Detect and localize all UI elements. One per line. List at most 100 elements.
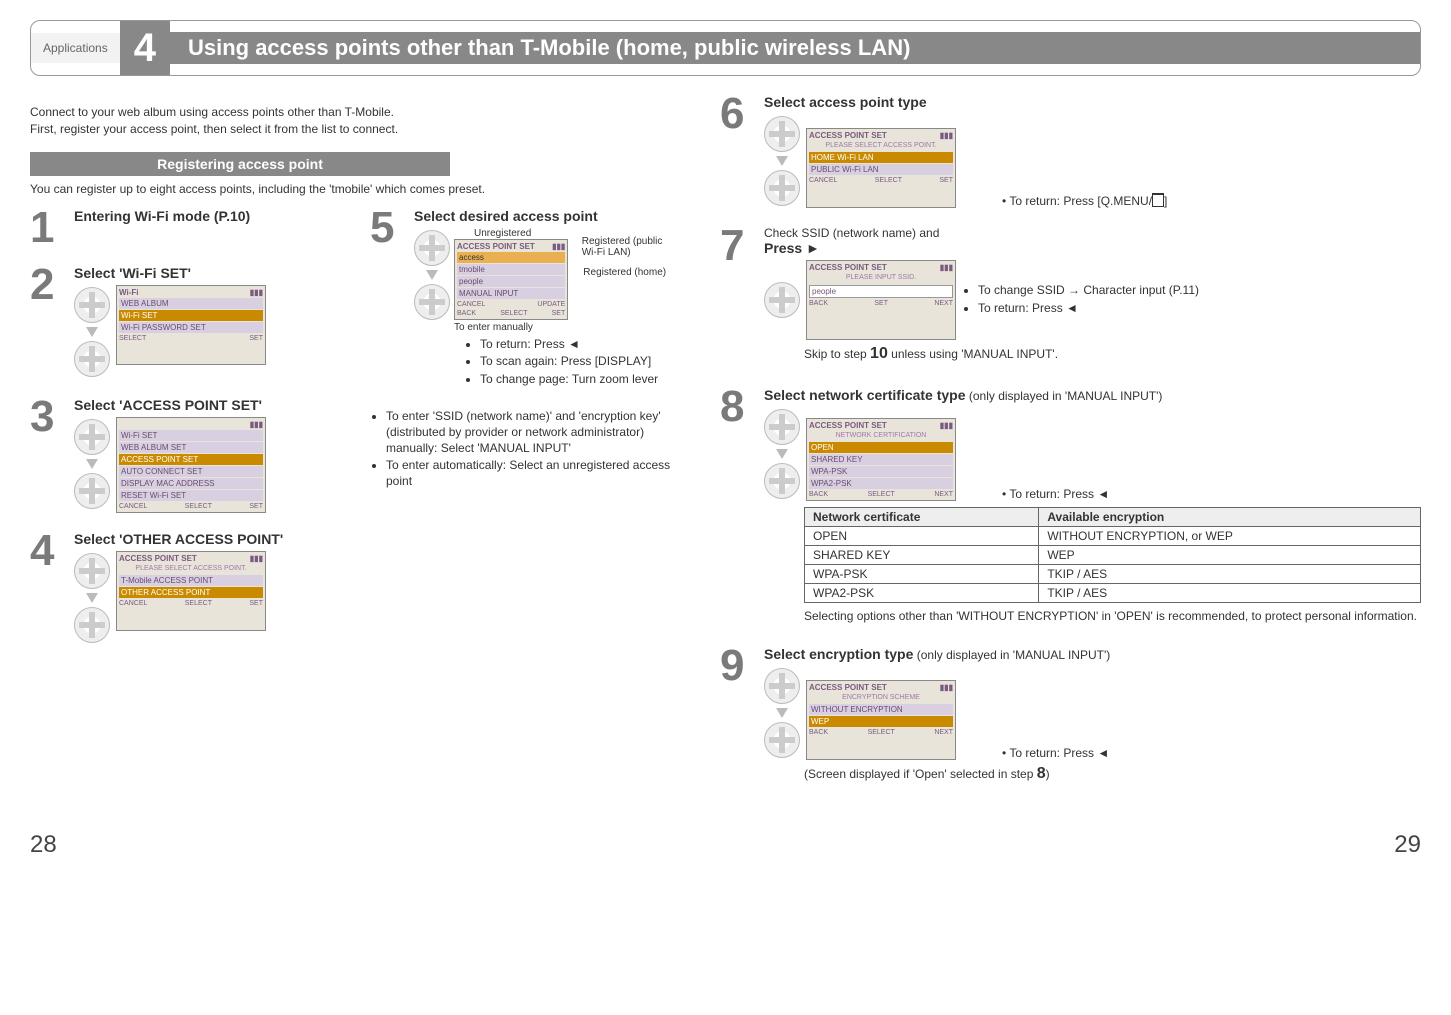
down-arrow-icon: [776, 708, 788, 718]
category-tab: Applications: [31, 33, 120, 63]
note: To enter 'SSID (network name)' and 'encr…: [386, 409, 680, 456]
down-arrow-icon: [776, 156, 788, 166]
page-title: Using access points other than T-Mobile …: [170, 32, 1420, 64]
dpad-group: [74, 285, 110, 379]
dpad-group: [764, 280, 800, 320]
step-number: 2: [30, 265, 64, 379]
lcd-screen: ▮▮▮ Wi-Fi SET WEB ALBUM SET ACCESS POINT…: [116, 417, 266, 513]
step-number: 3: [30, 397, 64, 513]
step-9: 9 Select encryption type (only displayed…: [720, 646, 1421, 789]
screen-row: people: [457, 276, 565, 287]
footer-update: UPDATE: [537, 301, 565, 308]
screen-input: people: [809, 285, 953, 298]
battery-icon: ▮▮▮: [250, 288, 263, 297]
battery-icon: ▮▮▮: [940, 263, 953, 272]
intro-text: Connect to your web album using access p…: [30, 104, 690, 138]
footer-cancel: CANCEL: [119, 600, 147, 607]
footer-next: NEXT: [934, 300, 953, 307]
skip-text-a: Skip to step: [804, 347, 870, 361]
table-row: SHARED KEYWEP: [805, 545, 1421, 564]
lcd-screen: Wi-Fi▮▮▮ WEB ALBUM Wi-Fi SET Wi-Fi PASSW…: [116, 285, 266, 365]
screen-row-selected: Wi-Fi SET: [119, 310, 263, 321]
footer-set: SET: [939, 177, 953, 184]
encryption-table: Network certificate Available encryption…: [804, 507, 1421, 603]
step-title: Select encryption type (only displayed i…: [764, 646, 1421, 662]
step-number: 7: [720, 226, 754, 369]
screen-title: Wi-Fi: [119, 288, 138, 297]
note: To enter automatically: Select an unregi…: [386, 458, 680, 489]
step-number: 4: [30, 531, 64, 645]
column-left: 1 Entering Wi-Fi mode (P.10) 2 Select 'W…: [30, 208, 340, 664]
table-row: OPENWITHOUT ENCRYPTION, or WEP: [805, 526, 1421, 545]
screen-title: ACCESS POINT SET: [457, 242, 535, 251]
lcd-screen: ACCESS POINT SET▮▮▮ PLEASE SELECT ACCESS…: [116, 551, 266, 631]
screen-row: MANUAL INPUT: [457, 288, 565, 299]
bullet: To change SSID → Character input (P.11): [978, 283, 1421, 299]
step-number: 6: [720, 94, 754, 208]
screen-row: WPA-PSK: [809, 466, 953, 477]
screen-message: PLEASE INPUT SSID.: [809, 272, 953, 283]
step-1: 1 Entering Wi-Fi mode (P.10): [30, 208, 340, 248]
dpad-icon: [764, 463, 800, 499]
footer-select: SELECT: [500, 310, 527, 317]
annotation-manual: To enter manually: [454, 322, 680, 333]
intro-line-1: Connect to your web album using access p…: [30, 104, 690, 121]
dpad-icon: [74, 341, 110, 377]
screen-subtitle: ENCRYPTION SCHEME: [809, 692, 953, 703]
footer-back: BACK: [457, 310, 476, 317]
column-middle: 5 Select desired access point Unregister…: [370, 208, 680, 664]
dpad-icon: [74, 553, 110, 589]
screen-title: ACCESS POINT SET: [809, 131, 887, 140]
screen-row: Wi-Fi SET: [119, 430, 263, 441]
screen-row-selected: ACCESS POINT SET: [119, 454, 263, 465]
down-arrow-icon: [86, 327, 98, 337]
footer-select: SELECT: [185, 600, 212, 607]
table-header: Network certificate: [805, 507, 1039, 526]
main-columns: Connect to your web album using access p…: [30, 94, 1421, 807]
step-4: 4 Select 'OTHER ACCESS POINT' ACCESS POI…: [30, 531, 340, 645]
skip-text-b: unless using 'MANUAL INPUT'.: [888, 347, 1058, 361]
dpad-icon: [764, 409, 800, 445]
screen-row: Wi-Fi PASSWORD SET: [119, 322, 263, 333]
screen-row: DISPLAY MAC ADDRESS: [119, 478, 263, 489]
footer-next: NEXT: [934, 729, 953, 736]
annotation-registered-public: Registered (public Wi-Fi LAN): [582, 236, 680, 258]
table-header: Available encryption: [1039, 507, 1421, 526]
footer-set: SET: [249, 503, 263, 510]
screen-row-selected: OTHER ACCESS POINT: [119, 587, 263, 598]
dpad-icon: [74, 473, 110, 509]
screen-title: ACCESS POINT SET: [119, 554, 197, 563]
note-b: ): [1046, 767, 1050, 781]
bullet: To return: Press [Q.MENU/: [1009, 194, 1152, 208]
step-number: 5: [370, 208, 404, 392]
footer-set: SET: [249, 600, 263, 607]
footer-select: SELECT: [875, 177, 902, 184]
step-5: 5 Select desired access point Unregister…: [370, 208, 680, 392]
dpad-icon: [764, 170, 800, 206]
screen-subtitle: NETWORK CERTIFICATION: [809, 430, 953, 441]
step-number: 9: [720, 646, 754, 789]
bullet-suffix: ]: [1164, 194, 1167, 208]
table-row: WPA2-PSKTKIP / AES: [805, 583, 1421, 602]
down-arrow-icon: [776, 449, 788, 459]
down-arrow-icon: [86, 593, 98, 603]
screen-title: ACCESS POINT SET: [809, 683, 887, 692]
table-row: WPA-PSKTKIP / AES: [805, 564, 1421, 583]
dpad-icon: [74, 287, 110, 323]
column-right: 6 Select access point type ACCESS POINT …: [720, 94, 1421, 807]
dpad-group: [764, 114, 800, 208]
intro-line-2: First, register your access point, then …: [30, 121, 690, 138]
dpad-group: [764, 407, 800, 501]
lcd-screen: ACCESS POINT SET▮▮▮ PLEASE SELECT ACCESS…: [806, 128, 956, 208]
step-title: Entering Wi-Fi mode (P.10): [74, 208, 340, 224]
screen-row: AUTO CONNECT SET: [119, 466, 263, 477]
footer-cancel: CANCEL: [457, 301, 485, 308]
footer-select: SELECT: [119, 335, 146, 342]
step-title: Select 'ACCESS POINT SET': [74, 397, 340, 413]
step-3: 3 Select 'ACCESS POINT SET' ▮▮▮ Wi-F: [30, 397, 340, 513]
battery-icon: ▮▮▮: [250, 554, 263, 563]
page-numbers: 28 29: [30, 831, 1421, 859]
step-number: 1: [30, 208, 64, 248]
bullet: To return: Press ◄: [1009, 746, 1109, 760]
bullet: To scan again: Press [DISPLAY]: [480, 354, 680, 370]
